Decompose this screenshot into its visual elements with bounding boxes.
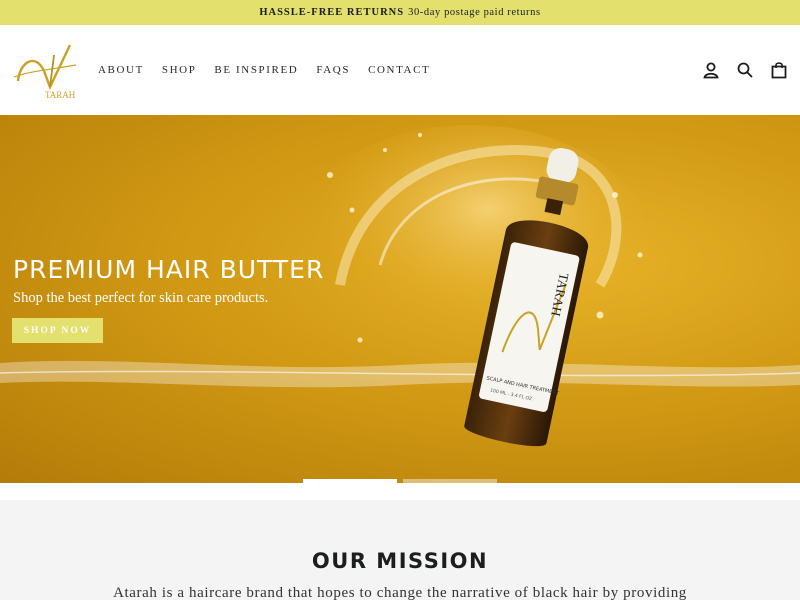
announcement-bold: HASSLE-FREE RETURNS <box>259 7 405 18</box>
mission-title: OUR MISSION <box>311 549 489 573</box>
slide-indicator-1[interactable] <box>303 479 397 483</box>
main-nav: ABOUT SHOP BE INSPIRED FAQS CONTACT <box>98 64 448 76</box>
hero-title: PREMIUM HAIR BUTTER <box>13 255 325 284</box>
logo-text: TARAH <box>45 90 76 100</box>
announcement-text: 30-day postage paid returns <box>408 7 541 18</box>
hero-subtitle: Shop the best perfect for skin care prod… <box>13 290 269 306</box>
nav-contact[interactable]: CONTACT <box>368 64 430 76</box>
header-icons <box>702 61 788 79</box>
logo-mark-icon: TARAH <box>13 44 77 100</box>
search-icon[interactable] <box>736 61 754 79</box>
nav-about[interactable]: ABOUT <box>98 64 144 76</box>
announcement-bar: HASSLE-FREE RETURNS 30-day postage paid … <box>0 0 800 25</box>
mission-section: OUR MISSION Atarah is a haircare brand t… <box>0 500 800 600</box>
slider-indicators <box>0 479 800 484</box>
mission-text: Atarah is a haircare brand that hopes to… <box>113 585 687 600</box>
hero-banner: TARAH SCALP AND HAIR TREATMENT 100 ML - … <box>0 115 800 483</box>
user-icon[interactable] <box>702 61 720 79</box>
nav-shop[interactable]: SHOP <box>162 64 197 76</box>
cart-icon[interactable] <box>770 61 788 79</box>
site-header: TARAH ABOUT SHOP BE INSPIRED FAQS CONTAC… <box>0 25 800 115</box>
slide-indicator-2[interactable] <box>403 479 497 483</box>
nav-be-inspired[interactable]: BE INSPIRED <box>214 64 298 76</box>
brand-logo[interactable]: TARAH <box>10 41 80 101</box>
shop-now-button[interactable]: SHOP NOW <box>12 318 103 343</box>
nav-faqs[interactable]: FAQS <box>316 64 350 76</box>
